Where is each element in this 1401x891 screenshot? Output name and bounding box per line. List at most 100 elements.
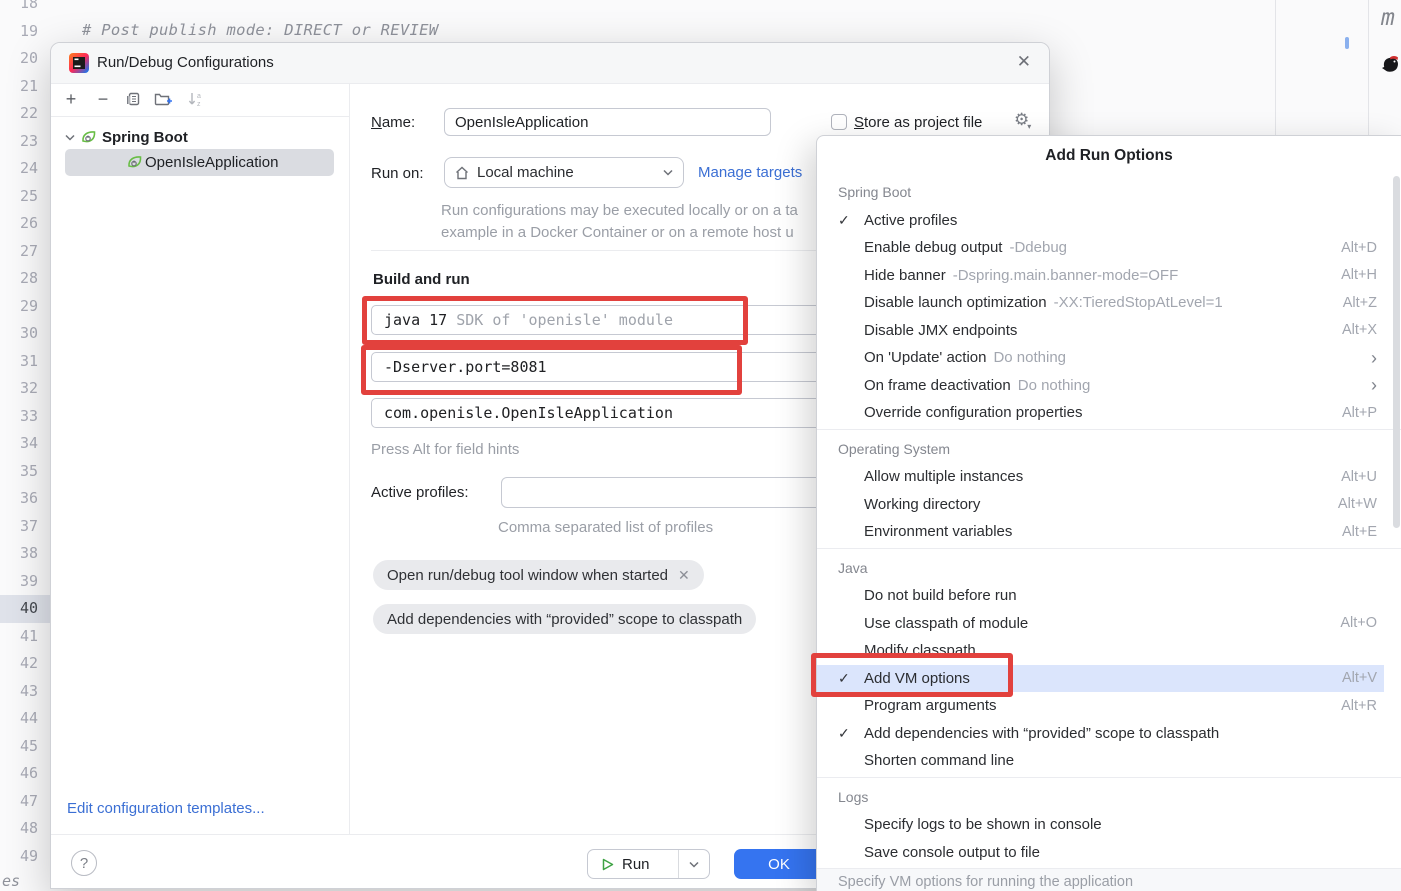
run-button[interactable]: Run — [587, 849, 710, 879]
dialog-titlebar: Run/Debug Configurations ✕ — [51, 43, 1049, 84]
menu-item-do-not-build-before-run[interactable]: Do not build before run — [817, 582, 1401, 610]
menu-item-shortcut: Alt+R — [1341, 698, 1377, 714]
line-number-45: 45 — [0, 733, 50, 761]
menu-item-working-directory[interactable]: Working directoryAlt+W — [817, 491, 1401, 519]
add-configuration-button[interactable]: + — [61, 89, 81, 109]
run-on-help-line1: Run configurations may be executed local… — [441, 202, 798, 219]
menu-item-save-console-output-to-file[interactable]: Save console output to file — [817, 839, 1401, 867]
menu-item-on-frame-deactivation[interactable]: On frame deactivationDo nothing› — [817, 372, 1401, 400]
menu-item-override-configuration-properties[interactable]: Override configuration propertiesAlt+P — [817, 399, 1401, 427]
line-number-26: 26 — [0, 210, 50, 238]
menu-section-header-operating-system: Operating System — [817, 436, 1401, 464]
editor-gutter-divider-right — [1368, 0, 1369, 135]
alt-hint: Press Alt for field hints — [371, 441, 519, 458]
menu-item-disable-launch-optimization[interactable]: Disable launch optimization-XX:TieredSto… — [817, 289, 1401, 317]
editor-split-divider — [1275, 0, 1276, 135]
spring-boot-icon — [127, 155, 142, 170]
ok-button[interactable]: OK — [734, 849, 824, 879]
sort-alphabetically-icon[interactable]: a z — [186, 89, 206, 109]
line-number-38: 38 — [0, 540, 50, 568]
menu-item-shorten-command-line[interactable]: Shorten command line — [817, 747, 1401, 775]
menu-item-hint: -Ddebug — [1009, 239, 1067, 256]
menu-section-logs: LogsSpecify logs to be shown in consoleS… — [817, 778, 1401, 869]
line-number-47: 47 — [0, 788, 50, 816]
menu-item-use-classpath-of-module[interactable]: Use classpath of moduleAlt+O — [817, 610, 1401, 638]
menu-item-allow-multiple-instances[interactable]: Allow multiple instances Alt+U — [817, 463, 1401, 491]
menu-item-label: Program arguments — [864, 697, 997, 714]
line-number-40: 40 — [0, 595, 50, 623]
tag-add-provided-dependencies[interactable]: Add dependencies with “provided” scope t… — [373, 604, 756, 634]
menu-item-add-dependencies-with-provided-scope-to-classpath[interactable]: ✓Add dependencies with “provided” scope … — [817, 720, 1401, 748]
menu-item-label: Save console output to file — [864, 844, 1040, 861]
menu-item-on-update-action[interactable]: On 'Update' actionDo nothing› — [817, 344, 1401, 372]
line-number-32: 32 — [0, 375, 50, 403]
line-number-37: 37 — [0, 513, 50, 541]
menu-item-shortcut: Alt+E — [1342, 524, 1377, 540]
menu-item-hide-banner[interactable]: Hide banner -Dspring.main.banner-mode=OFF… — [817, 262, 1401, 290]
menu-item-label: Disable launch optimization — [864, 294, 1047, 311]
code-comment-line: # Post publish mode: DIRECT or REVIEW — [82, 21, 438, 39]
menu-section-operating-system: Operating SystemAllow multiple instances… — [817, 430, 1401, 549]
menu-item-specify-logs-to-be-shown-in-console[interactable]: Specify logs to be shown in console — [817, 811, 1401, 839]
line-number-44: 44 — [0, 705, 50, 733]
line-number-31: 31 — [0, 348, 50, 376]
bird-plugin-icon — [1381, 53, 1401, 75]
menu-item-label: On 'Update' action — [864, 349, 986, 366]
tag-open-run-tool-window[interactable]: Open run/debug tool window when started … — [373, 560, 704, 590]
tree-item-openisleapplication[interactable]: OpenIsleApplication — [65, 149, 334, 176]
right-pane-text-fragment: m — [1381, 5, 1395, 31]
help-button[interactable]: ? — [71, 850, 97, 876]
remove-tag-icon[interactable]: ✕ — [678, 567, 690, 584]
tree-node-spring-boot[interactable]: Spring Boot — [65, 125, 188, 149]
menu-section-header-java: Java — [817, 555, 1401, 583]
menu-item-label: Enable debug output — [864, 239, 1002, 256]
add-run-options-list: Spring Boot✓Active profilesEnable debug … — [817, 173, 1401, 868]
active-profiles-hint: Comma separated list of profiles — [498, 519, 713, 536]
popup-scrollbar[interactable] — [1393, 176, 1400, 528]
intellij-logo-icon — [69, 53, 89, 73]
run-options-chevron-icon[interactable] — [679, 861, 709, 868]
close-icon[interactable]: ✕ — [1017, 52, 1031, 72]
manage-targets-link[interactable]: Manage targets — [698, 164, 802, 181]
panel-divider — [349, 84, 350, 834]
name-input[interactable] — [444, 108, 771, 136]
menu-item-label: Disable JMX endpoints — [864, 322, 1017, 339]
copy-configuration-icon[interactable] — [123, 89, 143, 109]
line-number-20: 20 — [0, 45, 50, 73]
gear-icon[interactable]: ⚙ — [1014, 110, 1033, 130]
build-and-run-heading: Build and run — [373, 271, 470, 288]
menu-item-shortcut: Alt+W — [1338, 496, 1377, 512]
remove-configuration-button[interactable]: − — [93, 89, 113, 109]
menu-item-environment-variables[interactable]: Environment variablesAlt+E — [817, 518, 1401, 546]
submenu-arrow-icon: › — [1371, 351, 1377, 365]
popup-status-hint: Specify VM options for running the appli… — [838, 874, 1133, 890]
edit-configuration-templates-link[interactable]: Edit configuration templates... — [67, 800, 265, 817]
popup-status-bar: Specify VM options for running the appli… — [817, 868, 1401, 891]
menu-item-label: Allow multiple instances — [864, 468, 1023, 485]
menu-item-disable-jmx-endpoints[interactable]: Disable JMX endpoints Alt+X — [817, 317, 1401, 345]
menu-item-shortcut: Alt+U — [1341, 469, 1377, 485]
play-icon — [602, 858, 614, 871]
editor-bottom-text-fragment: es — [2, 872, 20, 890]
menu-item-label: Hide banner — [864, 267, 946, 284]
line-number-46: 46 — [0, 760, 50, 788]
menu-item-active-profiles[interactable]: ✓Active profiles — [817, 207, 1401, 235]
line-number-22: 22 — [0, 100, 50, 128]
new-folder-icon[interactable] — [153, 89, 173, 109]
menu-item-enable-debug-output[interactable]: Enable debug output-DdebugAlt+D — [817, 234, 1401, 262]
store-as-project-file-label: Store as project file — [854, 114, 982, 131]
menu-item-label: Shorten command line — [864, 752, 1014, 769]
line-number-19: 19 — [0, 18, 50, 46]
line-number-29: 29 — [0, 293, 50, 321]
run-button-label: Run — [622, 856, 650, 873]
run-on-select[interactable]: Local machine — [444, 157, 684, 188]
line-number-41: 41 — [0, 623, 50, 651]
line-number-43: 43 — [0, 678, 50, 706]
store-as-project-file-checkbox[interactable] — [831, 114, 847, 130]
line-number-25: 25 — [0, 183, 50, 211]
line-number-35: 35 — [0, 458, 50, 486]
menu-item-hint: -Dspring.main.banner-mode=OFF — [953, 267, 1179, 284]
chevron-down-icon — [663, 169, 673, 176]
menu-item-shortcut: Alt+X — [1342, 322, 1377, 338]
check-icon: ✓ — [838, 725, 864, 742]
